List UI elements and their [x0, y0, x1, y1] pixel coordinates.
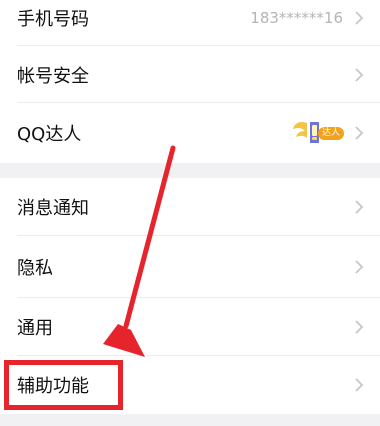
- chevron-right-icon: [355, 260, 364, 274]
- bottom-section-gap: [0, 414, 380, 426]
- chevron-right-icon: [355, 11, 364, 25]
- notifications-label: 消息通知: [17, 198, 89, 219]
- general-label: 通用: [17, 318, 53, 339]
- settings-screen: 手机号码 183******16 帐号安全 QQ达人 达人 消息通知 隐私 通用…: [0, 0, 380, 426]
- privacy-label: 隐私: [17, 258, 53, 279]
- chevron-right-icon: [355, 67, 364, 82]
- settings-row-phone[interactable]: 手机号码 183******16: [0, 0, 380, 46]
- qq-talent-label: QQ达人: [17, 124, 82, 145]
- settings-row-account-security[interactable]: 帐号安全: [0, 46, 380, 103]
- settings-row-accessibility[interactable]: 辅助功能: [0, 356, 380, 414]
- phone-label: 手机号码: [17, 9, 89, 30]
- settings-row-qq-talent[interactable]: QQ达人 达人: [0, 103, 380, 163]
- account-security-label: 帐号安全: [17, 65, 89, 87]
- qq-talent-badge-icon: 达人: [292, 118, 346, 148]
- chevron-right-icon: [355, 200, 364, 214]
- chevron-right-icon: [355, 378, 364, 392]
- accessibility-label: 辅助功能: [17, 376, 89, 397]
- chevron-right-icon: [355, 126, 364, 140]
- phone-value: 183******16: [250, 9, 343, 27]
- settings-row-general[interactable]: 通用: [0, 298, 380, 356]
- settings-row-notifications[interactable]: 消息通知: [0, 178, 380, 236]
- qq-talent-badge-label: 达人: [318, 127, 345, 140]
- chevron-right-icon: [355, 320, 364, 334]
- settings-row-privacy[interactable]: 隐私: [0, 236, 380, 298]
- section-gap: [0, 163, 380, 178]
